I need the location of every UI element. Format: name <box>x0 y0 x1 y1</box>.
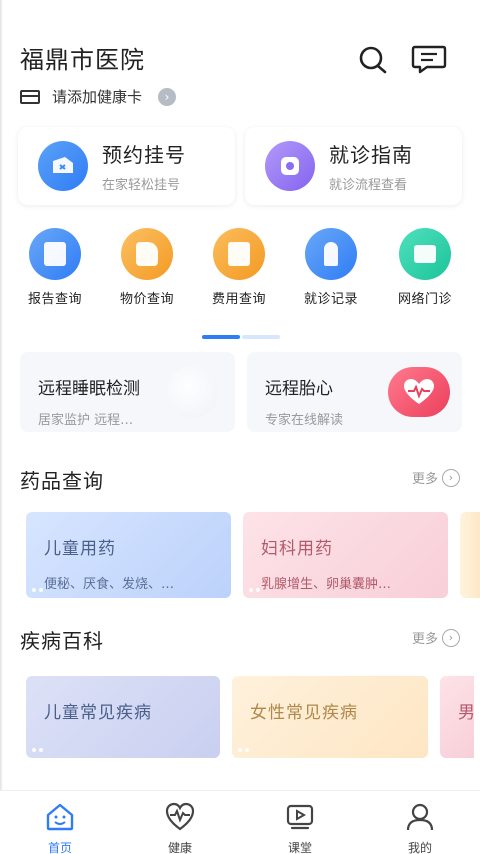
dots-decoration <box>238 748 250 752</box>
tab-label: 课堂 <box>287 841 312 854</box>
chevron-right-icon: › <box>158 87 177 106</box>
appointment-card[interactable]: 预约挂号 在家轻松挂号 <box>18 127 235 205</box>
left-edge-shadow <box>0 0 3 854</box>
video-play-icon <box>286 804 314 830</box>
card-icon <box>20 89 40 104</box>
drug-card-subtitle: 便秘、厌食、发烧、… <box>44 577 175 592</box>
tab-label: 健康 <box>167 841 192 854</box>
remote-sleep-card[interactable]: 远程睡眠检测 居家监护 远程… <box>20 352 235 432</box>
appointment-subtitle: 在家轻松挂号 <box>102 178 181 193</box>
quick-action-label: 网络门诊 <box>397 292 452 307</box>
tab-label: 我的 <box>407 841 432 854</box>
header: 福鼎市医院 请添加健康卡 › <box>0 0 480 120</box>
remote-fetal-heart-card[interactable]: 远程胎心 专家在线解读 <box>247 352 462 432</box>
indicator-inactive <box>242 335 280 339</box>
visit-guide-card[interactable]: 就诊指南 就诊流程查看 <box>245 127 462 205</box>
heart-pulse-icon <box>165 802 195 831</box>
quick-actions: 报告查询 物价查询 费用查询 就诊记录 网络门诊 <box>0 228 480 318</box>
disease-card-men[interactable]: 男 <box>440 676 476 758</box>
drug-card-title: 儿童用药 <box>44 539 116 559</box>
quick-action-fee[interactable]: 费用查询 <box>194 228 284 307</box>
quick-action-visit-record[interactable]: 就诊记录 <box>286 228 376 307</box>
disease-card-title: 儿童常见疾病 <box>44 703 152 723</box>
health-card-label: 请添加健康卡 <box>52 88 143 106</box>
quick-action-label: 就诊记录 <box>303 292 358 307</box>
page-title: 福鼎市医院 <box>20 46 145 74</box>
quick-action-price[interactable]: 物价查询 <box>102 228 192 307</box>
chevron-right-icon: › <box>442 628 460 647</box>
message-icon[interactable] <box>411 43 447 75</box>
home-smile-icon <box>46 803 74 831</box>
visit-guide-title: 就诊指南 <box>329 143 413 167</box>
more-label: 更多 <box>411 632 438 647</box>
tab-classroom[interactable]: 课堂 <box>260 801 340 854</box>
dots-decoration <box>249 588 261 592</box>
disease-card-title: 男 <box>458 703 476 723</box>
visit-guide-subtitle: 就诊流程查看 <box>329 178 408 193</box>
quick-action-report[interactable]: 报告查询 <box>10 228 100 307</box>
disease-card-women[interactable]: 女性常见疾病 <box>232 676 428 758</box>
tab-mine[interactable]: 我的 <box>380 801 460 854</box>
visit-record-icon <box>305 228 357 280</box>
appointment-title: 预约挂号 <box>102 143 186 167</box>
drug-card-next[interactable] <box>460 512 480 598</box>
fee-icon <box>213 228 265 280</box>
drug-section-title: 药品查询 <box>20 469 104 493</box>
remote-services: 远程睡眠检测 居家监护 远程… 远程胎心 专家在线解读 <box>20 352 462 432</box>
main-service-cards: 预约挂号 在家轻松挂号 就诊指南 就诊流程查看 <box>18 127 462 205</box>
ticket-icon <box>38 141 88 191</box>
quick-action-online-clinic[interactable]: 网络门诊 <box>380 228 470 307</box>
bottom-tab-bar: 首页 健康 课堂 我的 <box>0 790 480 854</box>
search-icon[interactable] <box>357 44 389 76</box>
user-icon <box>406 803 434 831</box>
disease-card-title: 女性常见疾病 <box>250 703 358 723</box>
drug-card-title: 妇科用药 <box>261 539 333 559</box>
price-tag-icon <box>121 228 173 280</box>
indicator-active <box>202 335 240 339</box>
heart-pulse-icon <box>388 367 450 417</box>
report-icon <box>29 228 81 280</box>
disease-list: 儿童常见疾病 女性常见疾病 男 <box>26 676 476 758</box>
quick-action-label: 费用查询 <box>211 292 266 307</box>
drug-card-children[interactable]: 儿童用药 便秘、厌食、发烧、… <box>26 512 231 598</box>
online-clinic-icon <box>399 228 451 280</box>
drug-list: 儿童用药 便秘、厌食、发烧、… 妇科用药 乳腺增生、卵巢囊肿… <box>26 512 480 598</box>
tab-label: 首页 <box>47 841 72 854</box>
drug-card-gynecology[interactable]: 妇科用药 乳腺增生、卵巢囊肿… <box>243 512 448 598</box>
tab-health[interactable]: 健康 <box>140 801 220 854</box>
quick-action-label: 物价查询 <box>119 292 174 307</box>
compass-icon <box>265 141 315 191</box>
dots-decoration <box>32 748 44 752</box>
disease-more-button[interactable]: 更多 › <box>412 628 460 647</box>
chevron-right-icon: › <box>442 468 460 487</box>
quick-action-label: 报告查询 <box>27 292 82 307</box>
disease-card-children[interactable]: 儿童常见疾病 <box>26 676 220 758</box>
tab-home[interactable]: 首页 <box>20 801 100 854</box>
more-label: 更多 <box>411 472 438 487</box>
add-health-card[interactable]: 请添加健康卡 › <box>20 86 177 107</box>
drug-more-button[interactable]: 更多 › <box>412 468 460 487</box>
drug-card-subtitle: 乳腺增生、卵巢囊肿… <box>261 577 392 592</box>
disease-section-title: 疾病百科 <box>20 629 104 653</box>
page-indicator <box>202 335 280 339</box>
dots-decoration <box>32 588 44 592</box>
moon-icon <box>167 366 219 418</box>
